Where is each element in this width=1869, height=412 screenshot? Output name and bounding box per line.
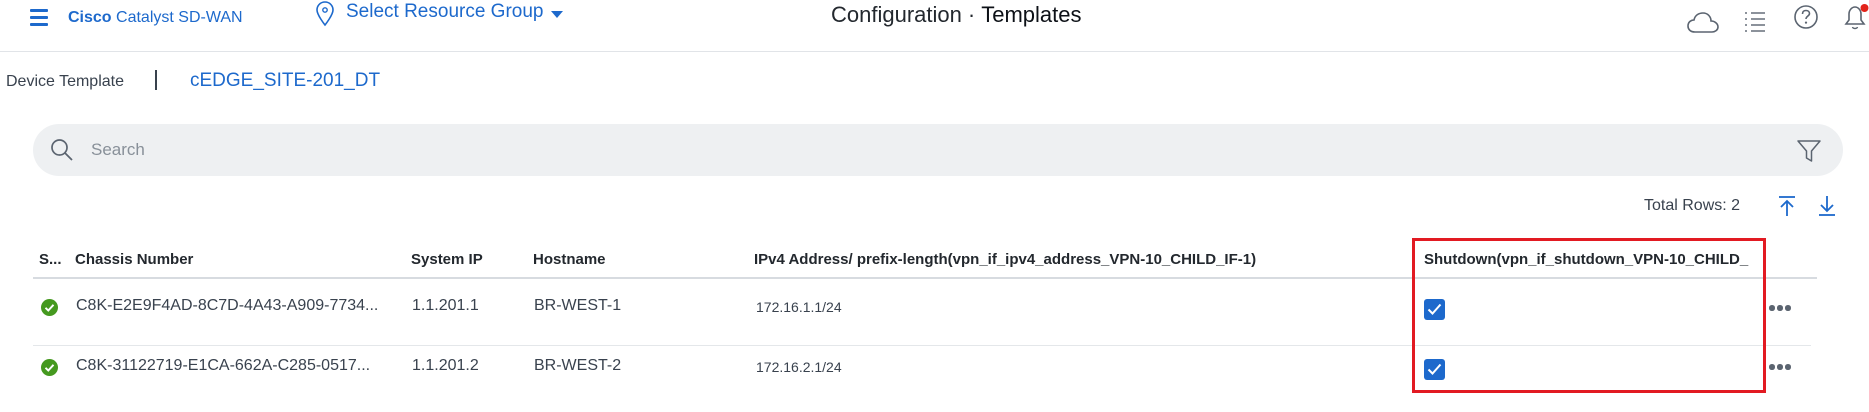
cell-chassis-number: C8K-31122719-E1CA-662A-C285-0517...	[76, 357, 371, 374]
notification-bell-icon[interactable]	[1842, 2, 1869, 32]
cell-hostname: BR-WEST-1	[534, 297, 622, 314]
brand-name[interactable]: Cisco Catalyst SD-WAN	[68, 9, 243, 27]
header-divider-left	[33, 277, 744, 279]
column-header-ipv4-address[interactable]: IPv4 Address/ prefix-length(vpn_if_ipv4_…	[754, 251, 1404, 268]
shutdown-checkbox[interactable]	[1424, 299, 1445, 320]
header-divider-right	[742, 277, 1817, 279]
brand-product: Catalyst SD-WAN	[116, 9, 243, 26]
page-title-section: Configuration	[831, 2, 962, 27]
cell-system-ip: 1.1.201.2	[412, 357, 479, 374]
column-header-status[interactable]: S...	[39, 251, 65, 268]
caret-down-icon[interactable]	[551, 11, 563, 19]
cell-system-ip: 1.1.201.1	[412, 297, 479, 314]
cell-hostname: BR-WEST-2	[534, 357, 622, 374]
page-title-current: Templates	[981, 2, 1082, 27]
more-actions-icon[interactable]	[1768, 303, 1794, 313]
page-title-separator: ·	[967, 2, 976, 27]
cloud-icon[interactable]	[1686, 8, 1720, 38]
checkmark-icon	[1427, 303, 1442, 315]
page-title: Configuration · Templates	[831, 2, 1081, 28]
row-divider	[33, 345, 1811, 346]
help-icon[interactable]	[1793, 4, 1819, 30]
breadcrumb-current-template[interactable]: cEDGE_SITE-201_DT	[190, 70, 380, 92]
total-rows-count: Total Rows: 2	[1644, 197, 1741, 214]
cell-ipv4-address[interactable]: 172.16.2.1/24	[756, 359, 1056, 375]
resource-group-selector[interactable]: Select Resource Group	[346, 1, 544, 23]
tasks-list-icon[interactable]	[1744, 6, 1766, 36]
location-pin-icon[interactable]	[315, 0, 335, 28]
shutdown-checkbox[interactable]	[1424, 359, 1445, 380]
more-actions-icon[interactable]	[1768, 362, 1794, 372]
top-header: Cisco Catalyst SD-WAN Select Resource Gr…	[0, 0, 1869, 52]
status-success-icon	[41, 359, 58, 376]
search-input[interactable]	[91, 134, 1771, 166]
search-icon	[51, 139, 73, 161]
breadcrumb-separator	[155, 70, 157, 90]
column-header-hostname[interactable]: Hostname	[533, 251, 733, 268]
column-header-shutdown[interactable]: Shutdown(vpn_if_shutdown_VPN-10_CHILD_	[1424, 251, 1759, 268]
search-bar	[33, 124, 1843, 176]
breadcrumb-device-template[interactable]: Device Template	[6, 73, 124, 91]
filter-icon[interactable]	[1795, 137, 1823, 165]
column-header-system-ip[interactable]: System IP	[411, 251, 521, 268]
brand-bold: Cisco	[68, 9, 112, 26]
scroll-to-top-icon[interactable]	[1776, 194, 1798, 218]
menu-icon[interactable]	[27, 6, 51, 28]
download-icon[interactable]	[1816, 194, 1838, 218]
cell-chassis-number: C8K-E2E9F4AD-8C7D-4A43-A909-7734...	[76, 297, 379, 314]
cell-ipv4-address[interactable]: 172.16.1.1/24	[756, 299, 1056, 315]
checkmark-icon	[1427, 363, 1442, 375]
column-header-chassis-number[interactable]: Chassis Number	[75, 251, 395, 268]
status-success-icon	[41, 299, 58, 316]
